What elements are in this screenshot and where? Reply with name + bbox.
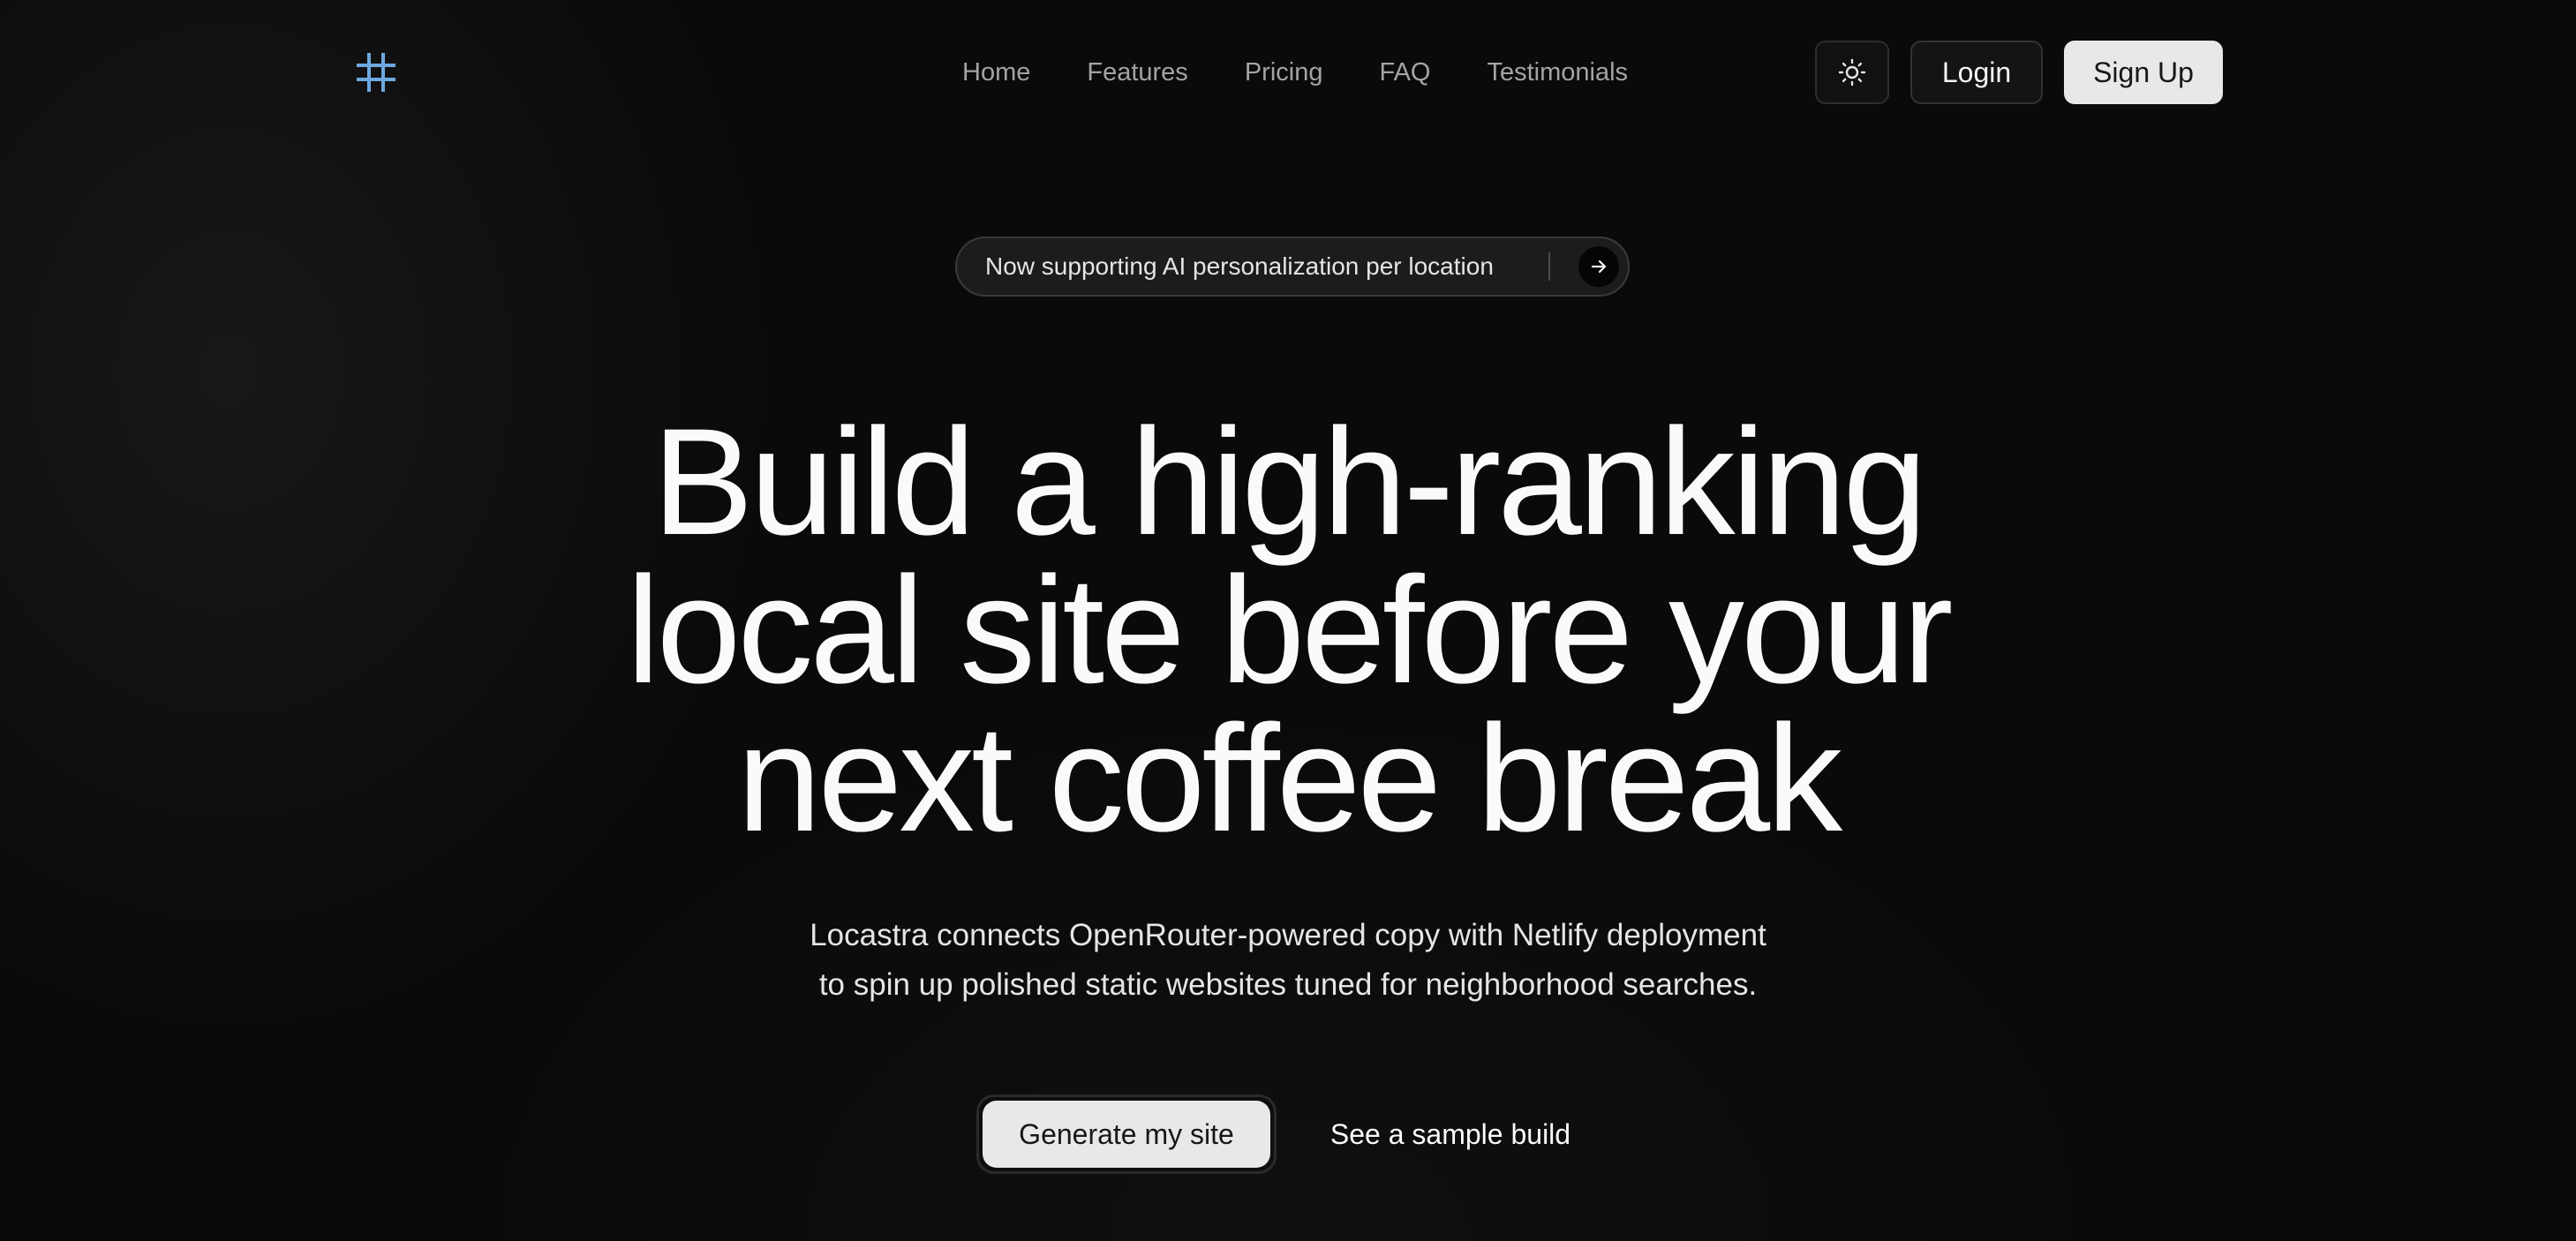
sample-build-link[interactable]: See a sample build [1305, 1094, 1596, 1174]
site-header: Home Features Pricing FAQ Testimonials L… [0, 0, 2576, 145]
theme-toggle-button[interactable] [1815, 41, 1889, 104]
sun-icon [1838, 58, 1866, 86]
hero-title: Build a high-ranking local site before y… [582, 397, 1994, 863]
announcement-pill[interactable]: Now supporting AI personalization per lo… [955, 237, 1630, 297]
nav-link-features[interactable]: Features [1087, 58, 1187, 87]
hero-title-line: Build a high-ranking [652, 397, 1927, 567]
nav-link-home[interactable]: Home [962, 58, 1030, 87]
nav-link-testimonials[interactable]: Testimonials [1487, 58, 1628, 87]
arrow-right-icon [1591, 259, 1607, 274]
hero-title-line: local site before your [626, 545, 1953, 715]
announcement-text: Now supporting AI personalization per lo… [985, 252, 1494, 280]
announcement-divider [1548, 252, 1550, 281]
nav-link-faq[interactable]: FAQ [1379, 58, 1430, 87]
hero-title-line: next coffee break [736, 694, 1842, 863]
nav-link-pricing[interactable]: Pricing [1245, 58, 1323, 87]
announcement-arrow-button[interactable] [1578, 246, 1619, 287]
login-button[interactable]: Login [1910, 41, 2043, 104]
main-nav: Home Features Pricing FAQ Testimonials [962, 51, 1628, 94]
hero-subtitle-line: Locastra connects OpenRouter-powered cop… [810, 918, 1766, 952]
generate-site-button[interactable]: Generate my site [983, 1101, 1270, 1168]
logo[interactable] [355, 51, 397, 94]
hero-subtitle: Locastra connects OpenRouter-powered cop… [582, 911, 1994, 1010]
hero-subtitle-line: to spin up polished static websites tune… [818, 967, 1758, 1002]
primary-cta-ring: Generate my site [976, 1094, 1277, 1174]
hash-grid-icon [357, 53, 395, 92]
signup-button[interactable]: Sign Up [2064, 41, 2223, 104]
